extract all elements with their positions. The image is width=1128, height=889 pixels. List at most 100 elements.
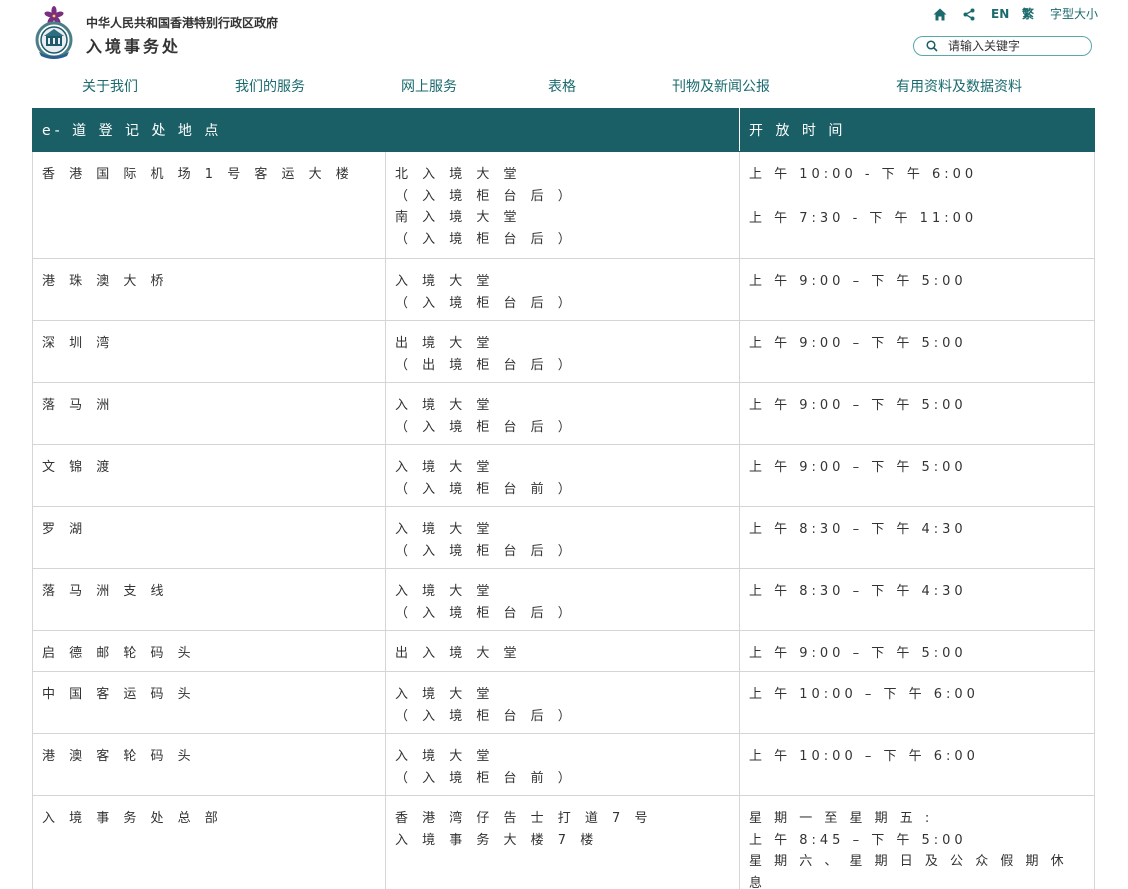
location-cell: 文 锦 渡 xyxy=(32,444,386,507)
e-channel-enrolment-table: e- 道 登 记 处 地 点 开 放 时 间 香 港 国 际 机 场 1 号 客… xyxy=(32,108,1095,889)
area-line: 入 境 事 务 大 楼 7 楼 xyxy=(395,832,599,848)
hours-line: 上 午 10:00 – 下 午 6:00 xyxy=(749,749,979,764)
page: 中华人民共和国香港特别行政区政府 入境事务处 EN 繁 字型大小 请输入关键字 … xyxy=(0,0,1128,889)
nav-publications-press[interactable]: 刊物及新闻公报 xyxy=(672,76,770,96)
hours-line: 上 午 9:00 – 下 午 5:00 xyxy=(749,336,967,351)
location-cell: 落 马 洲 xyxy=(32,382,386,445)
area-cell: 北 入 境 大 堂 （ 入 境 柜 台 后 ） 南 入 境 大 堂 （ 入 境 柜 台… xyxy=(385,151,740,259)
immd-logo[interactable] xyxy=(31,6,77,60)
hours-line: 上 午 10:00 - 下 午 6:00 xyxy=(749,167,978,182)
area-line: 南 入 境 大 堂 xyxy=(395,210,522,225)
location-cell: 入 境 事 务 处 总 部 xyxy=(32,795,386,889)
english-link[interactable]: EN xyxy=(991,6,1009,22)
font-size-link[interactable]: 字型大小 xyxy=(1050,6,1098,22)
area-cell: 入 境 大 堂 （ 入 境 柜 台 后 ） xyxy=(385,382,740,445)
area-line: （ 入 境 柜 台 前 ） xyxy=(395,770,576,786)
hours-line: 上 午 7:30 - 下 午 11:00 xyxy=(749,210,978,226)
area-line: 入 境 大 堂 xyxy=(395,584,495,599)
area-line: （ 入 境 柜 台 后 ） xyxy=(395,188,576,204)
home-icon xyxy=(933,8,947,20)
area-line: 入 境 大 堂 xyxy=(395,749,495,764)
hours-cell: 上 午 9:00 – 下 午 5:00 xyxy=(739,630,1095,672)
location-cell: 落 马 洲 支 线 xyxy=(32,568,386,631)
area-cell: 入 境 大 堂 （ 入 境 柜 台 前 ） xyxy=(385,733,740,796)
area-line: （ 入 境 柜 台 后 ） xyxy=(395,231,576,247)
location-cell: 香 港 国 际 机 场 1 号 客 运 大 楼 xyxy=(32,151,386,259)
nav-useful-info-statistics[interactable]: 有用资料及数据资料 xyxy=(896,76,1022,96)
hours-line: 上 午 9:00 – 下 午 5:00 xyxy=(749,460,967,475)
hours-cell: 上 午 10:00 - 下 午 6:00 上 午 7:30 - 下 午 11:00 xyxy=(739,151,1095,259)
table-row: 落 马 洲 支 线入 境 大 堂 （ 入 境 柜 台 后 ） 上 午 8:30 – … xyxy=(32,568,1095,631)
share-button[interactable] xyxy=(963,6,975,22)
emblem-icon xyxy=(35,6,73,59)
government-name: 中华人民共和国香港特别行政区政府 xyxy=(86,16,279,30)
area-line: 出 境 大 堂 xyxy=(395,336,495,351)
table-body: 香 港 国 际 机 场 1 号 客 运 大 楼北 入 境 大 堂 （ 入 境 柜 … xyxy=(32,151,1095,889)
hours-cell: 星 期 一 至 星 期 五 : 上 午 8:45 – 下 午 5:00 星 期 六 … xyxy=(739,795,1095,889)
area-line: 香 港 湾 仔 告 士 打 道 7 号 xyxy=(395,811,653,826)
nav-online-services[interactable]: 网上服务 xyxy=(401,76,457,96)
table-row: 香 港 国 际 机 场 1 号 客 运 大 楼北 入 境 大 堂 （ 入 境 柜 … xyxy=(32,151,1095,259)
area-line: （ 入 境 柜 台 后 ） xyxy=(395,605,576,621)
hours-cell: 上 午 9:00 – 下 午 5:00 xyxy=(739,320,1095,383)
column-header-hours: 开 放 时 间 xyxy=(739,108,1095,152)
table-row: 港 澳 客 轮 码 头入 境 大 堂 （ 入 境 柜 台 前 ） 上 午 10:00… xyxy=(32,733,1095,796)
area-cell: 出 入 境 大 堂 xyxy=(385,630,740,672)
share-icon xyxy=(963,8,975,20)
nav-our-services[interactable]: 我们的服务 xyxy=(235,76,305,96)
column-header-location: e- 道 登 记 处 地 点 xyxy=(32,108,740,152)
nav-forms[interactable]: 表格 xyxy=(548,76,576,96)
area-line: 入 境 大 堂 xyxy=(395,687,495,702)
area-cell: 入 境 大 堂 （ 入 境 柜 台 前 ） xyxy=(385,444,740,507)
area-cell: 入 境 大 堂 （ 入 境 柜 台 后 ） xyxy=(385,506,740,569)
area-line: （ 入 境 柜 台 后 ） xyxy=(395,295,576,311)
location-cell: 深 圳 湾 xyxy=(32,320,386,383)
nav-about-us[interactable]: 关于我们 xyxy=(82,76,138,96)
location-cell: 启 德 邮 轮 码 头 xyxy=(32,630,386,672)
hours-line: 上 午 10:00 – 下 午 6:00 xyxy=(749,687,979,702)
hours-line: 上 午 8:30 – 下 午 4:30 xyxy=(749,584,967,599)
table-header-row: e- 道 登 记 处 地 点 开 放 时 间 xyxy=(32,108,1095,152)
hours-line: 星 期 一 至 星 期 五 : xyxy=(749,811,934,826)
area-line: 北 入 境 大 堂 xyxy=(395,167,522,182)
hours-cell: 上 午 9:00 – 下 午 5:00 xyxy=(739,444,1095,507)
area-cell: 出 境 大 堂 （ 出 境 柜 台 后 ） xyxy=(385,320,740,383)
area-line: 入 境 大 堂 xyxy=(395,274,495,289)
location-cell: 港 珠 澳 大 桥 xyxy=(32,258,386,321)
area-line: 入 境 大 堂 xyxy=(395,522,495,537)
area-cell: 入 境 大 堂 （ 入 境 柜 台 后 ） xyxy=(385,568,740,631)
location-cell: 罗 湖 xyxy=(32,506,386,569)
home-button[interactable] xyxy=(933,6,947,22)
hours-line: 上 午 8:30 – 下 午 4:30 xyxy=(749,522,967,537)
e-channel-table-wrap: e- 道 登 记 处 地 点 开 放 时 间 香 港 国 际 机 场 1 号 客… xyxy=(32,108,1095,889)
table-row: 入 境 事 务 处 总 部香 港 湾 仔 告 士 打 道 7 号入 境 事 务 … xyxy=(32,795,1095,889)
area-cell: 香 港 湾 仔 告 士 打 道 7 号入 境 事 务 大 楼 7 楼 xyxy=(385,795,740,889)
search-input[interactable] xyxy=(948,39,1088,53)
hours-cell: 上 午 8:30 – 下 午 4:30 xyxy=(739,568,1095,631)
hours-cell: 上 午 10:00 – 下 午 6:00 xyxy=(739,733,1095,796)
table-row: 深 圳 湾出 境 大 堂 （ 出 境 柜 台 后 ） 上 午 9:00 – 下 午 … xyxy=(32,320,1095,383)
hours-line: 星 期 六 、 星 期 日 及 公 众 假 期 休 息 xyxy=(749,854,1068,889)
table-row: 文 锦 渡入 境 大 堂 （ 入 境 柜 台 前 ） 上 午 9:00 – 下 午 … xyxy=(32,444,1095,507)
department-name: 入境事务处 xyxy=(86,37,182,56)
location-cell: 中 国 客 运 码 头 xyxy=(32,671,386,734)
hours-cell: 上 午 9:00 – 下 午 5:00 xyxy=(739,258,1095,321)
hours-cell: 上 午 10:00 – 下 午 6:00 xyxy=(739,671,1095,734)
table-row: 罗 湖入 境 大 堂 （ 入 境 柜 台 后 ） 上 午 8:30 – 下 午 4:… xyxy=(32,506,1095,569)
area-line: （ 入 境 柜 台 后 ） xyxy=(395,543,576,559)
hours-line: 上 午 9:00 – 下 午 5:00 xyxy=(749,398,967,413)
hours-line: 上 午 9:00 – 下 午 5:00 xyxy=(749,274,967,289)
area-line: （ 入 境 柜 台 后 ） xyxy=(395,419,576,435)
site-header: 中华人民共和国香港特别行政区政府 入境事务处 EN 繁 字型大小 xyxy=(0,0,1128,66)
search-icon[interactable] xyxy=(925,39,939,53)
area-cell: 入 境 大 堂 （ 入 境 柜 台 后 ） xyxy=(385,671,740,734)
hours-line: 上 午 8:45 – 下 午 5:00 xyxy=(749,832,967,848)
table-row: 启 德 邮 轮 码 头出 入 境 大 堂 上 午 9:00 – 下 午 5:00 xyxy=(32,630,1095,672)
area-line: （ 入 境 柜 台 前 ） xyxy=(395,481,576,497)
area-line: 出 入 境 大 堂 xyxy=(395,646,522,661)
hours-cell: 上 午 9:00 – 下 午 5:00 xyxy=(739,382,1095,445)
hours-line: 上 午 9:00 – 下 午 5:00 xyxy=(749,646,967,661)
traditional-chinese-link[interactable]: 繁 xyxy=(1022,6,1034,22)
area-line: 入 境 大 堂 xyxy=(395,460,495,475)
location-cell: 港 澳 客 轮 码 头 xyxy=(32,733,386,796)
